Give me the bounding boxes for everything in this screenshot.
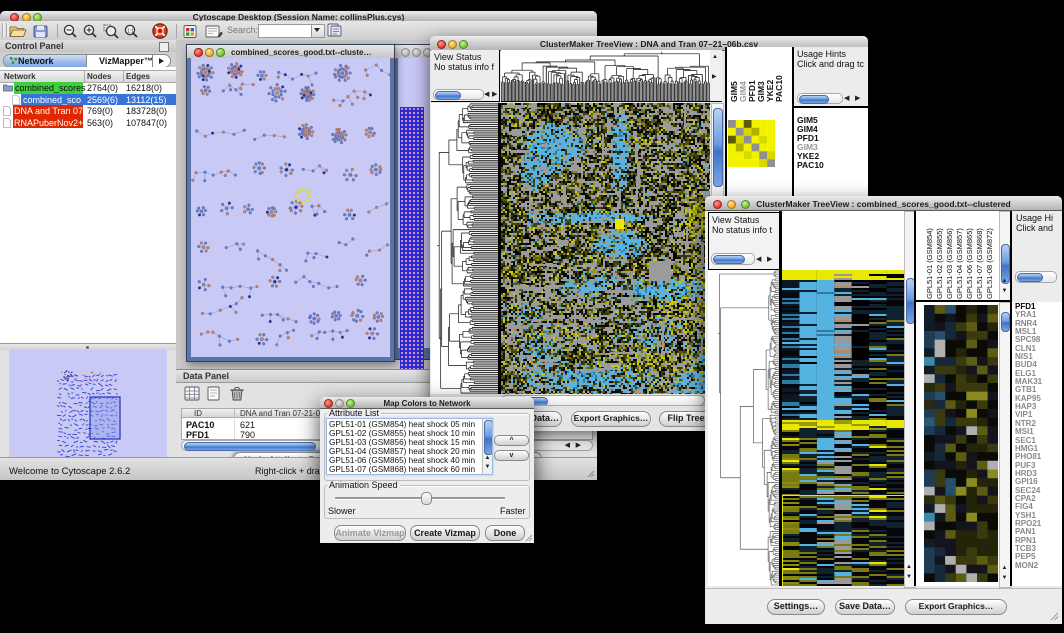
svg-text:GPL51-06 (GSM865): GPL51-06 (GSM865) (965, 228, 974, 299)
svg-text:GPL51-02 (GSM855): GPL51-02 (GSM855) (935, 228, 944, 299)
svg-text:PAC10: PAC10 (774, 75, 784, 102)
svg-text:GPL51-08 (GSM872): GPL51-08 (GSM872) (985, 228, 994, 299)
svg-text:GPL51-07 (GSM868): GPL51-07 (GSM868) (975, 228, 984, 299)
svg-text:GPL51-03 (GSM856): GPL51-03 (GSM856) (945, 228, 954, 299)
svg-text:1:1: 1:1 (127, 29, 134, 35)
svg-text:GPL51-04 (GSM857): GPL51-04 (GSM857) (955, 228, 964, 299)
svg-text:GPL51-01 (GSM854): GPL51-01 (GSM854) (925, 228, 934, 299)
